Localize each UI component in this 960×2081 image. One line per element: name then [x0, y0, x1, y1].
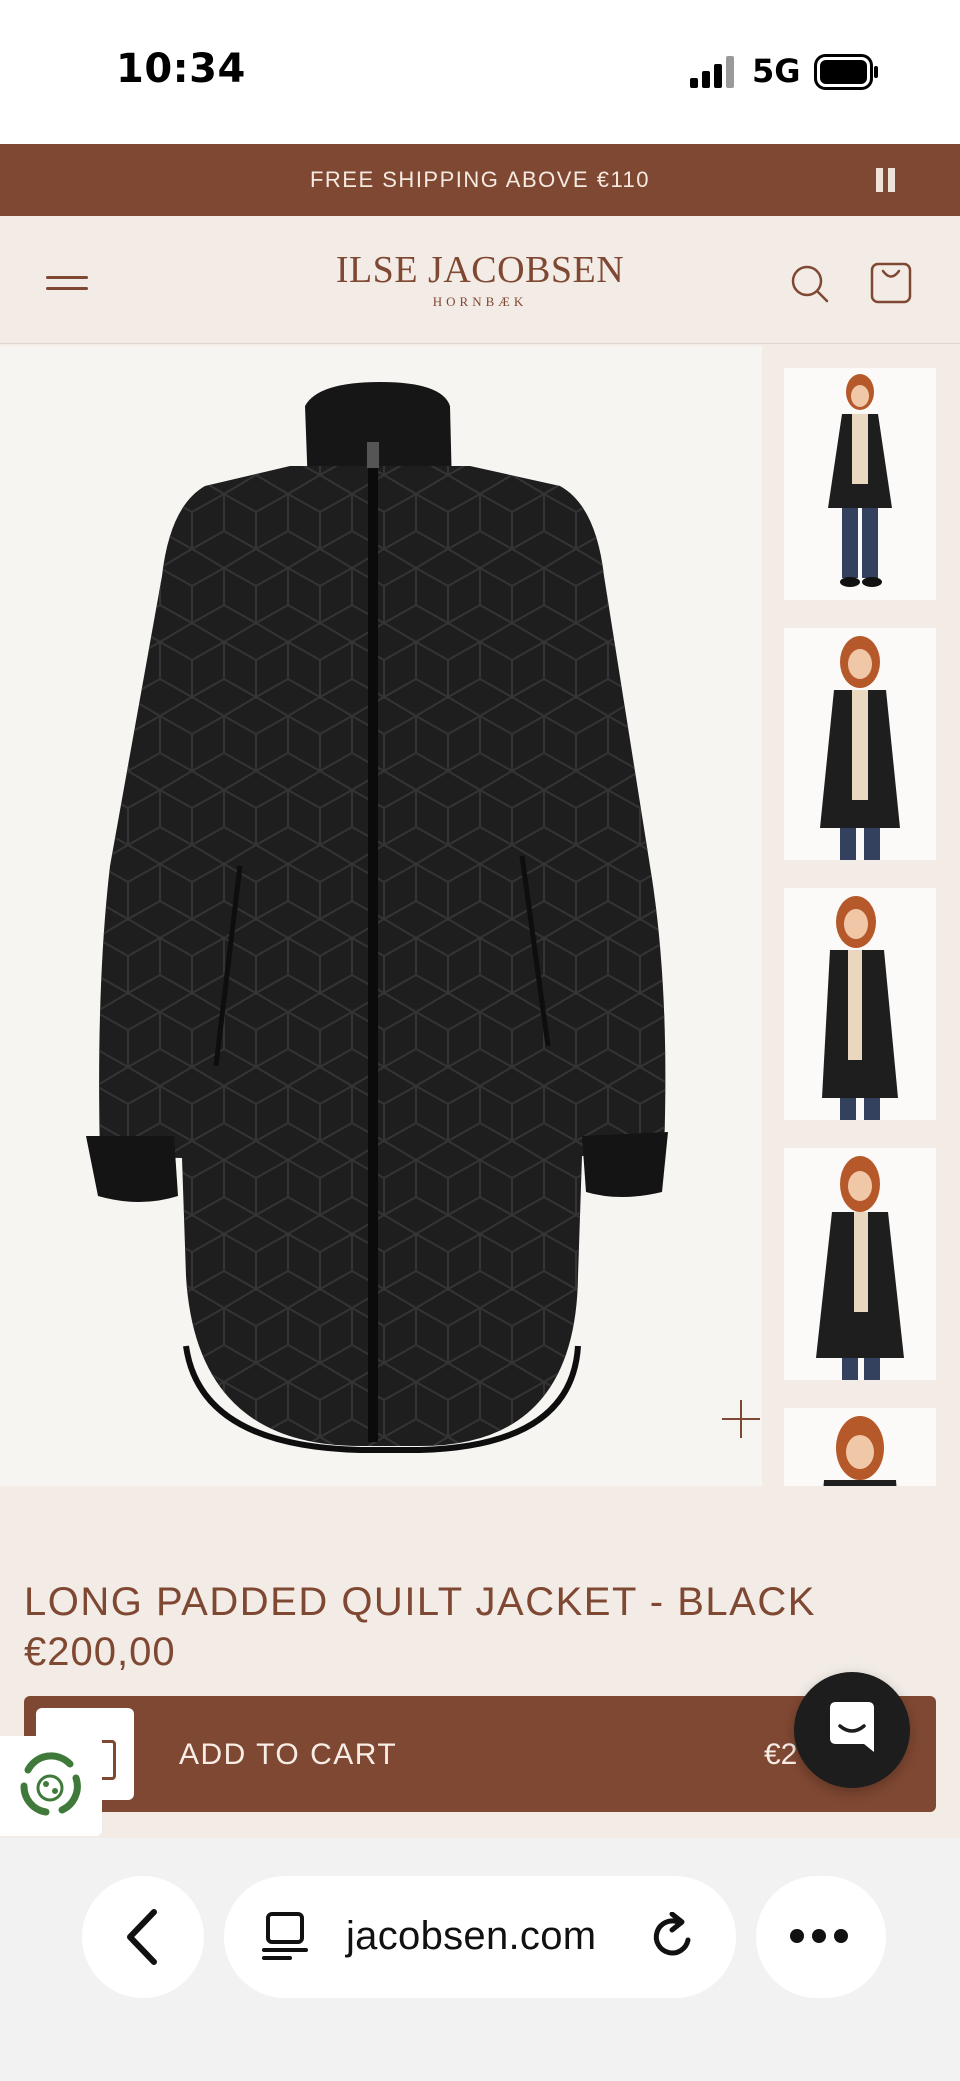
network-label: 5G — [752, 52, 801, 90]
more-dots-icon — [790, 1929, 856, 1948]
cart-price: €2 — [764, 1738, 798, 1771]
product-price: €200,00 — [24, 1630, 176, 1674]
eco-badge[interactable] — [0, 1736, 102, 1836]
signal-icon — [690, 56, 734, 88]
jacket-illustration — [86, 382, 668, 1453]
back-button[interactable] — [82, 1876, 204, 1998]
search-icon[interactable] — [790, 264, 830, 304]
site-header: ILSE JACOBSEN HORNBÆK — [0, 216, 960, 344]
address-bar[interactable]: jacobsen.com — [224, 1876, 736, 1998]
battery-icon — [814, 54, 878, 90]
thumbnail-1[interactable] — [784, 368, 936, 600]
more-button[interactable] — [756, 1876, 886, 1998]
model-figure — [823, 1416, 897, 1486]
add-to-cart-label: ADD TO CART — [179, 1738, 398, 1771]
status-bar: 10:34 5G — [0, 0, 960, 144]
recycle-eco-icon — [20, 1752, 81, 1816]
product-title: LONG PADDED QUILT JACKET - BLACK — [24, 1580, 816, 1624]
promo-text: FREE SHIPPING ABOVE €110 — [309, 167, 651, 192]
model-figure — [816, 1156, 904, 1380]
model-figure — [822, 896, 898, 1120]
status-time: 10:34 — [116, 46, 246, 92]
pause-icon[interactable] — [874, 168, 900, 194]
thumbnail-strip[interactable] — [784, 368, 936, 1486]
main-product-image[interactable] — [0, 346, 762, 1486]
chat-bubble-icon — [830, 1702, 874, 1752]
plus-zoom-icon[interactable] — [720, 1398, 762, 1440]
promo-banner: FREE SHIPPING ABOVE €110 — [0, 144, 960, 216]
brand-logo[interactable]: ILSE JACOBSEN HORNBÆK — [330, 250, 630, 310]
model-figure — [820, 636, 900, 860]
thumbnail-2[interactable] — [784, 628, 936, 860]
thumbnail-5[interactable] — [784, 1408, 936, 1486]
url-text: jacobsen.com — [346, 1914, 597, 1958]
brand-subtitle: HORNBÆK — [432, 294, 528, 309]
thumbnail-3[interactable] — [784, 888, 936, 1120]
back-chevron-icon — [127, 1909, 157, 1965]
hamburger-menu-icon[interactable] — [46, 274, 90, 294]
reload-icon[interactable] — [648, 1912, 698, 1962]
thumbnail-4[interactable] — [784, 1148, 936, 1380]
reader-tabs-icon — [262, 1912, 308, 1960]
shopping-bag-icon[interactable] — [870, 260, 912, 304]
brand-name: ILSE JACOBSEN — [335, 249, 625, 291]
model-figure — [828, 374, 892, 587]
chat-button[interactable] — [794, 1672, 910, 1788]
